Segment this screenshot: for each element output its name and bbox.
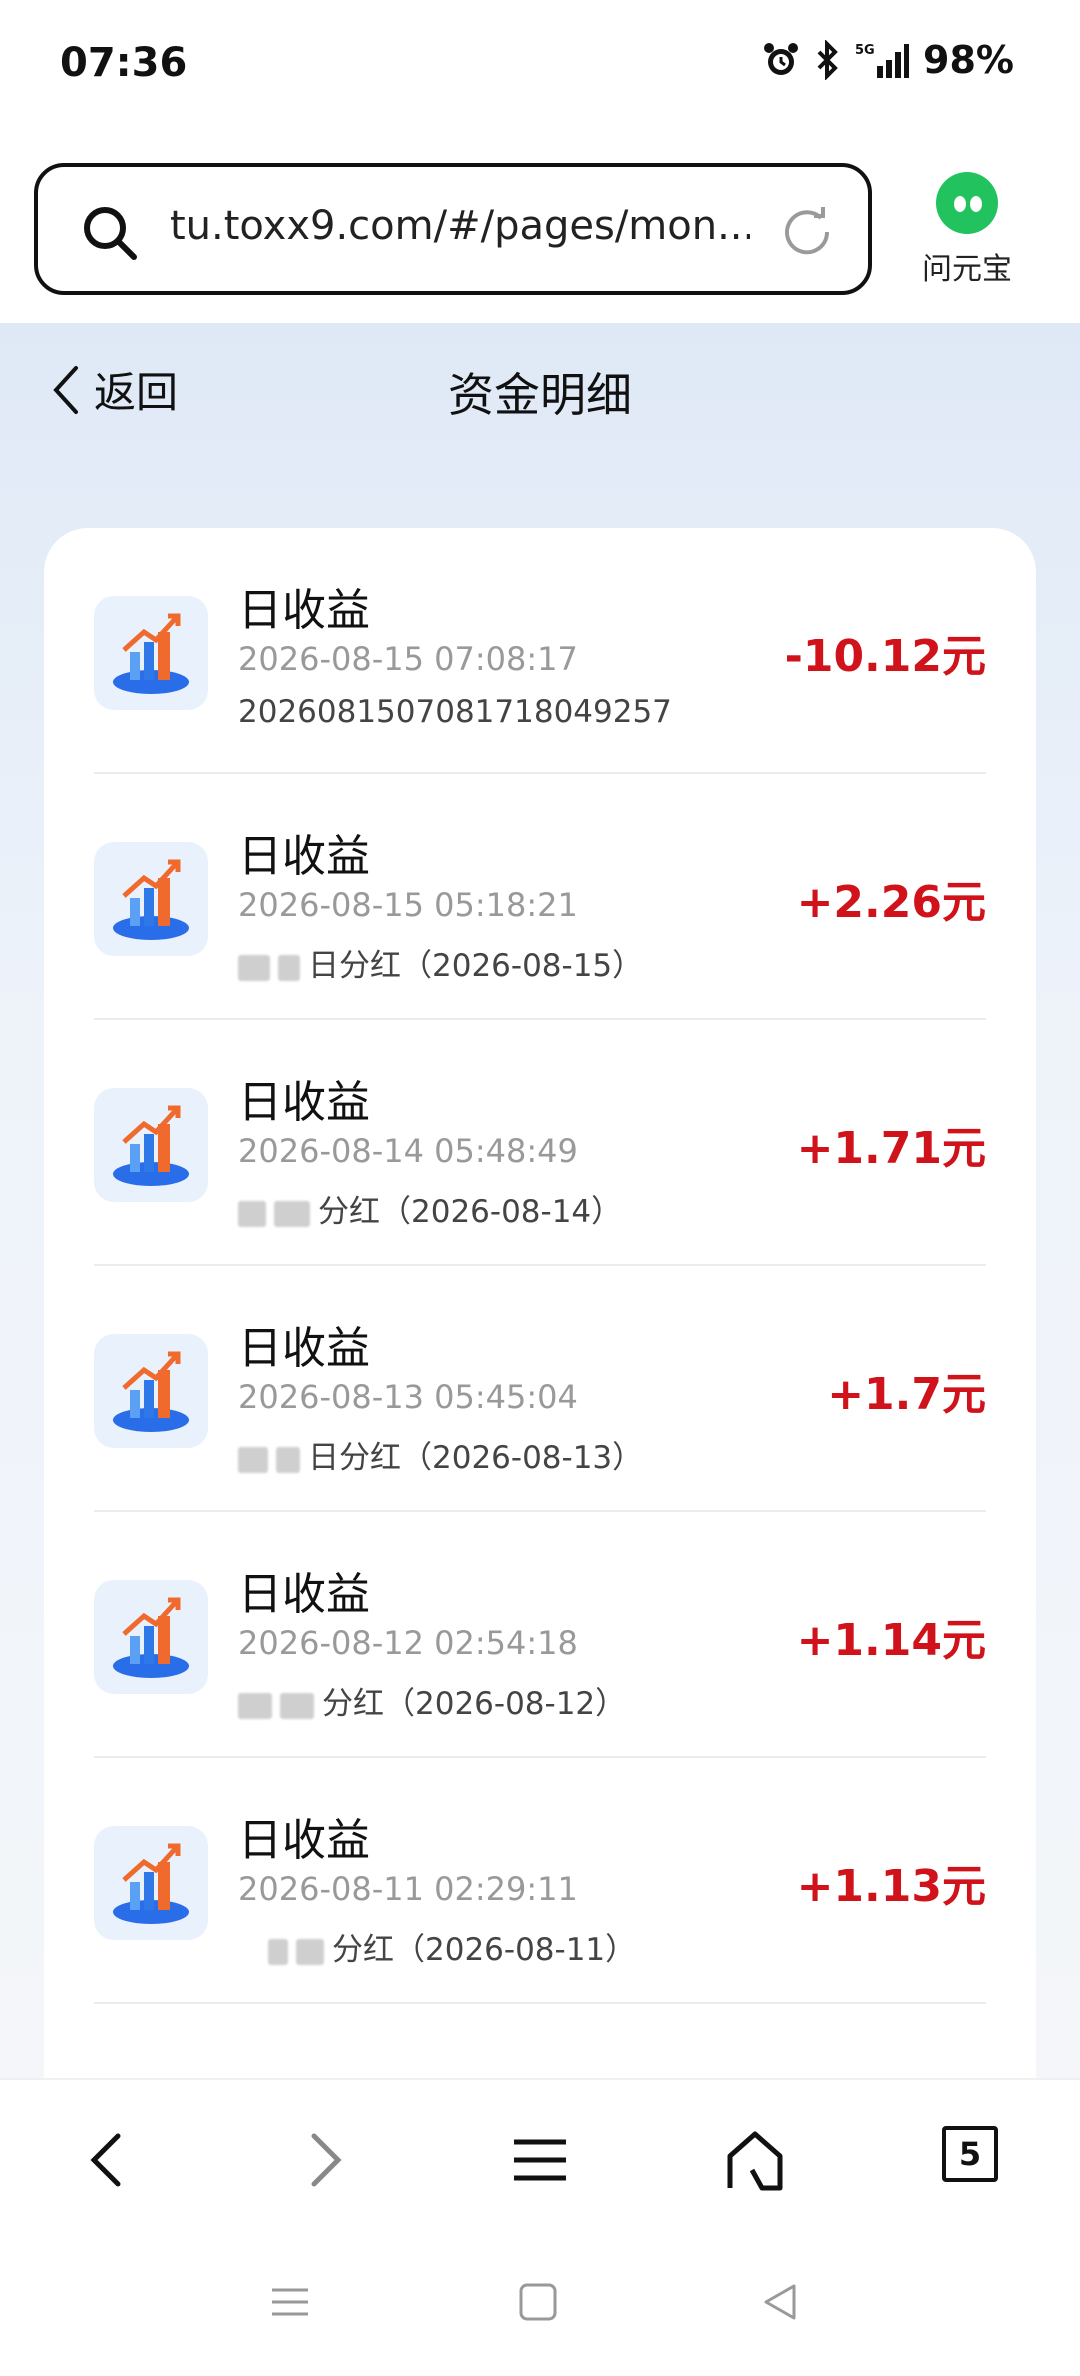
url-bar[interactable]: tu.toxx9.com/#/pages/mon... xyxy=(34,163,872,295)
transaction-reference: 分红（2026-08-12） xyxy=(238,1678,626,1723)
transaction-time: 2026-08-15 07:08:17 xyxy=(238,640,578,678)
transaction-reference: 分红（2026-08-11） xyxy=(238,1924,636,1969)
transaction-amount: +2.26元 xyxy=(796,877,986,928)
revenue-chart-icon xyxy=(94,1334,208,1448)
recent-apps-icon[interactable] xyxy=(270,2282,310,2326)
transaction-amount: +1.7元 xyxy=(827,1369,986,1420)
transaction-row[interactable]: 日收益 2026-08-12 02:54:18 分红（2026-08-12） +… xyxy=(94,1512,986,1758)
signal-icon: 5G xyxy=(855,40,910,80)
reload-icon[interactable] xyxy=(778,203,836,265)
revenue-chart-icon xyxy=(94,1088,208,1202)
nav-forward-icon[interactable] xyxy=(300,2130,350,2194)
battery-text: 98% xyxy=(923,38,1014,82)
status-time: 07:36 xyxy=(60,40,188,86)
transaction-title: 日收益 xyxy=(238,1077,370,1128)
transaction-row[interactable]: 日收益 2026-08-15 05:18:21 日分红（2026-08-15） … xyxy=(94,774,986,1020)
status-icons: 5G 98% xyxy=(761,38,1014,82)
page-content: 返回 资金明细 日收益 2026-08-15 07:08:17 20260815… xyxy=(0,323,1080,2078)
revenue-chart-icon xyxy=(94,1580,208,1694)
tabs-button[interactable]: 5 xyxy=(942,2126,998,2182)
transaction-reference: 日分红（2026-08-15） xyxy=(238,940,643,985)
transaction-amount: +1.71元 xyxy=(796,1123,986,1174)
system-back-icon[interactable] xyxy=(760,2282,800,2326)
transaction-title: 日收益 xyxy=(238,831,370,882)
page-header: 返回 资金明细 xyxy=(0,323,1080,453)
transaction-title: 日收益 xyxy=(238,1569,370,1620)
home-icon[interactable] xyxy=(724,2130,786,2196)
browser-bottom-nav: 5 xyxy=(0,2078,1080,2238)
revenue-chart-icon xyxy=(94,1826,208,1940)
assistant-logo-icon xyxy=(936,172,998,234)
assistant-label: 问元宝 xyxy=(922,252,1012,287)
url-text[interactable]: tu.toxx9.com/#/pages/mon... xyxy=(170,203,750,249)
transaction-row[interactable]: 日收益 2026-08-15 07:08:17 2026081507081718… xyxy=(94,528,986,774)
transaction-list: 日收益 2026-08-15 07:08:17 2026081507081718… xyxy=(44,528,1036,2078)
transaction-time: 2026-08-11 02:29:11 xyxy=(238,1870,578,1908)
status-bar: 07:36 5G 98% xyxy=(0,0,1080,130)
transaction-reference: 202608150708171804925​7 xyxy=(238,694,672,730)
network-label: 5G xyxy=(855,43,875,58)
transaction-reference: 分红（2026-08-14） xyxy=(238,1186,622,1231)
revenue-chart-icon xyxy=(94,842,208,956)
transaction-row[interactable]: 日收益 2026-08-14 05:48:49 分红（2026-08-14） +… xyxy=(94,1020,986,1266)
alarm-icon xyxy=(761,40,801,80)
transaction-time: 2026-08-14 05:48:49 xyxy=(238,1132,578,1170)
nav-back-icon[interactable] xyxy=(82,2130,132,2194)
revenue-chart-icon xyxy=(94,596,208,710)
transaction-time: 2026-08-12 02:54:18 xyxy=(238,1624,578,1662)
search-icon xyxy=(80,203,140,267)
transaction-amount: -10.12元 xyxy=(784,631,986,682)
menu-icon[interactable] xyxy=(512,2130,568,2194)
page-title: 资金明细 xyxy=(448,368,632,422)
transaction-time: 2026-08-15 05:18:21 xyxy=(238,886,578,924)
transaction-title: 日收益 xyxy=(238,1815,370,1866)
transaction-time: 2026-08-13 05:45:04 xyxy=(238,1378,578,1416)
transaction-title: 日收益 xyxy=(238,585,370,636)
system-home-icon[interactable] xyxy=(518,2282,558,2326)
browser-toolbar: tu.toxx9.com/#/pages/mon... 问元宝 xyxy=(0,130,1080,323)
transaction-row[interactable]: 日收益 2026-08-13 05:45:04 日分红（2026-08-13） … xyxy=(94,1266,986,1512)
transaction-row[interactable]: 日收益 2026-08-11 02:29:11 分红（2026-08-11） +… xyxy=(94,1758,986,2004)
transaction-reference: 日分红（2026-08-13） xyxy=(238,1432,643,1477)
transaction-title: 日收益 xyxy=(238,1323,370,1374)
system-nav-bar xyxy=(0,2238,1080,2376)
transaction-amount: +1.14元 xyxy=(796,1615,986,1666)
transaction-amount: +1.13元 xyxy=(796,1861,986,1912)
tab-count: 5 xyxy=(942,2126,998,2182)
bluetooth-icon xyxy=(815,40,841,80)
assistant-button[interactable]: 问元宝 xyxy=(902,172,1032,288)
